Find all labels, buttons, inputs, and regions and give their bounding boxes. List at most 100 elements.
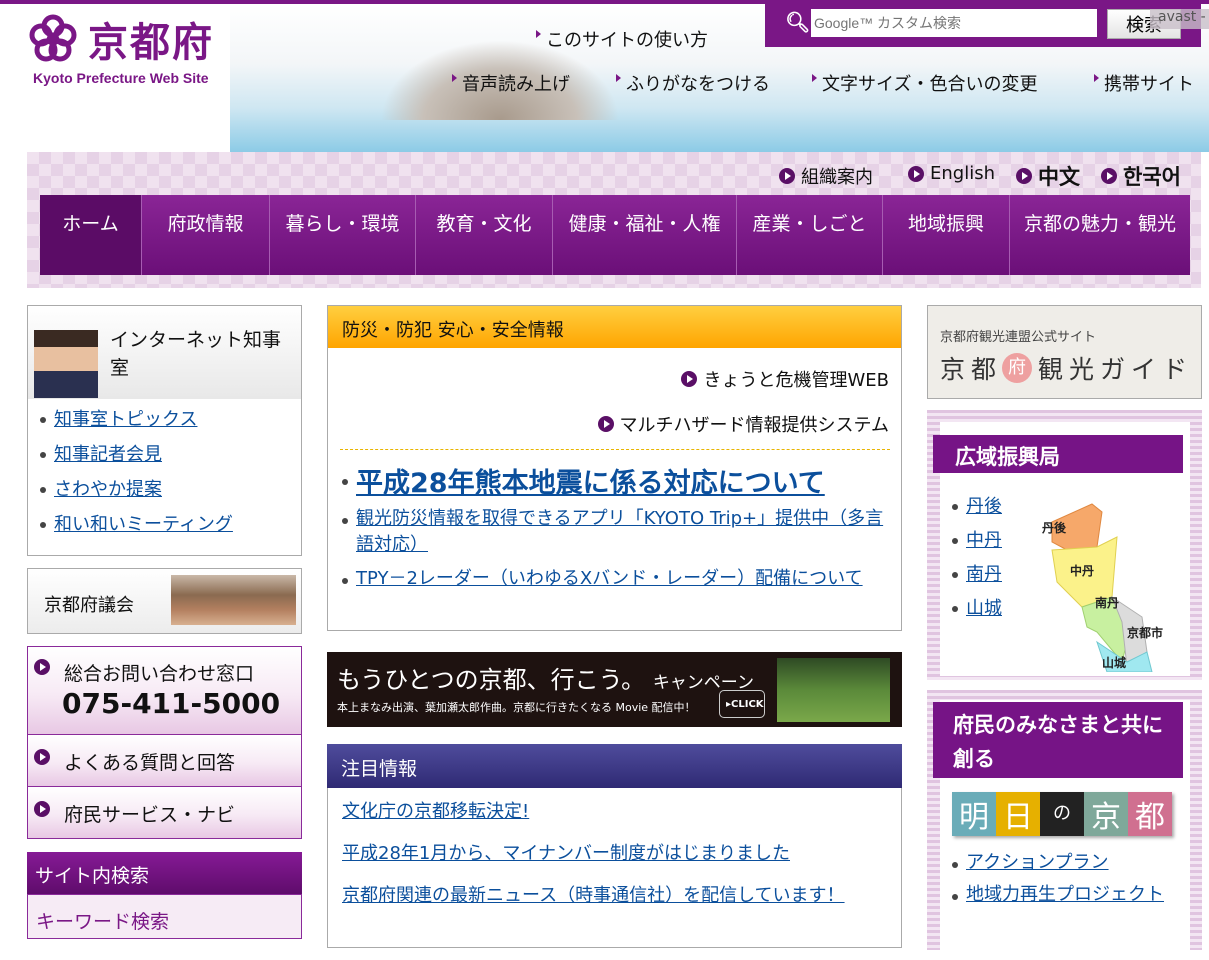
menu-home[interactable]: ホーム (40, 195, 142, 275)
service-navi-label: 府民サービス・ナビ (64, 804, 236, 826)
logo-char: 日 (996, 792, 1040, 836)
voice-reader-link[interactable]: 音声読み上げ (452, 70, 570, 96)
menu-living[interactable]: 暮らし・環境 (270, 195, 416, 275)
map-label-tango: 丹後 (1042, 520, 1067, 535)
featured-header: 注目情報 (327, 744, 902, 788)
region-tango-link[interactable]: 丹後 (966, 492, 1002, 518)
region-nantan-link[interactable]: 南丹 (966, 560, 1002, 586)
meeting-link[interactable]: 和い和いミーティング (54, 510, 233, 536)
list-item: 観光防災情報を取得できるアプリ「KYOTO Trip+」提供中（多言語対応） (342, 506, 892, 558)
assembly-banner[interactable]: 京都府議会 (27, 568, 302, 634)
ashita-no-kyoto-logo[interactable]: 明 日 の 京 都 (952, 792, 1172, 836)
banner-photo (777, 658, 890, 722)
menu-industry[interactable]: 産業・しごと (737, 195, 883, 275)
menu-region[interactable]: 地域振興 (883, 195, 1010, 275)
furigana-link[interactable]: ふりがなをつける (616, 70, 770, 96)
mynumber-link[interactable]: 平成28年1月から、マイナンバー制度がはじまりました (342, 842, 901, 866)
list-item: 中丹 (952, 526, 1002, 560)
site-guide-link[interactable]: このサイトの使い方 (536, 26, 708, 52)
arrow-icon (779, 168, 795, 184)
bullet-icon (342, 518, 348, 524)
contact-phone: 075-411-5000 (62, 687, 281, 720)
bullet-icon (40, 452, 46, 458)
list-item: 知事記者会見 (40, 440, 301, 475)
map-label-nantan: 南丹 (1095, 595, 1119, 610)
korean-label: 한국어 (1123, 165, 1181, 189)
banner-title: もうひとつの京都、行こう。 キャンペーン (337, 660, 754, 695)
list-item: TPY－2レーダー（いわゆるXバンド・レーダー）配備について (342, 566, 892, 592)
list-item: 丹後 (952, 492, 1002, 526)
press-conference-link[interactable]: 知事記者会見 (54, 440, 162, 466)
arrow-icon (34, 749, 50, 765)
tourism-subtitle: 京都府観光連盟公式サイト (940, 330, 1097, 345)
proposal-link[interactable]: さわやか提案 (54, 475, 162, 501)
featured-list: 文化庁の京都移転決定! 平成28年1月から、マイナンバー制度がはじまりました 京… (327, 788, 902, 948)
assembly-photo (171, 575, 296, 625)
faq-banner[interactable]: よくある質問と回答 (27, 734, 302, 787)
logo-char: 都 (1128, 792, 1172, 836)
kyoto-region-map[interactable]: 丹後 中丹 南丹 京都市 山城 (1037, 502, 1167, 672)
assembly-label: 京都府議会 (44, 595, 134, 616)
org-label: 組織案内 (801, 167, 873, 188)
region-yamashiro-link[interactable]: 山城 (966, 594, 1002, 620)
disaster-box: 防災・防犯 安心・安全情報 きょうと危機管理WEB マルチハザード情報提供システ… (327, 305, 902, 631)
bullet-icon (952, 538, 958, 544)
list-item: 山城 (952, 594, 1002, 628)
menu-tourism[interactable]: 京都の魅力・観光 (1010, 195, 1190, 275)
bullet-icon (952, 894, 958, 900)
together-box: 府民のみなさまと共に創る 明 日 の 京 都 アクションプラン 地域力再生プロジ… (927, 690, 1202, 960)
radar-link[interactable]: TPY－2レーダー（いわゆるXバンド・レーダー）配備について (356, 566, 863, 592)
banner-click-button[interactable]: ▸CLICK (719, 690, 765, 718)
list-item: 地域力再生プロジェクト (952, 882, 1177, 908)
list-item: 知事室トピックス (40, 405, 301, 440)
bunkacho-link[interactable]: 文化庁の京都移転決定! (342, 800, 901, 824)
campaign-banner[interactable]: もうひとつの京都、行こう。 キャンペーン 本上まなみ出演、葉加瀬太郎作曲。京都に… (327, 652, 902, 727)
list-item: さわやか提案 (40, 475, 301, 510)
menu-government[interactable]: 府政情報 (142, 195, 270, 275)
search-input[interactable] (811, 9, 1097, 37)
banner-title-text: もうひとつの京都、行こう。 (337, 666, 646, 694)
crisis-web-link[interactable]: きょうと危機管理WEB (681, 366, 889, 392)
kyoto-crest-icon[interactable] (28, 14, 78, 64)
main-menu: ホーム 府政情報 暮らし・環境 教育・文化 健康・福祉・人権 産業・しごと 地域… (40, 195, 1190, 275)
english-link[interactable]: English (908, 163, 995, 184)
org-link[interactable]: 組織案内 (779, 163, 873, 189)
english-label: English (930, 163, 995, 184)
text-size-link[interactable]: 文字サイズ・色合いの変更 (812, 70, 1037, 96)
fu-seal-icon: 府 (1002, 353, 1033, 383)
hazard-link[interactable]: マルチハザード情報提供システム (597, 411, 889, 437)
menu-education[interactable]: 教育・文化 (416, 195, 553, 275)
tourism-guide-banner[interactable]: 京都府観光連盟公式サイト 京都府観光ガイド (927, 305, 1202, 399)
governor-header[interactable]: インターネット知事室 (28, 306, 301, 399)
map-label-yamashiro: 山城 (1102, 655, 1126, 670)
contact-banner[interactable]: 総合お問い合わせ窓口 075-411-5000 (27, 646, 302, 735)
regional-project-link[interactable]: 地域力再生プロジェクト (966, 882, 1164, 908)
action-plan-link[interactable]: アクションプラン (966, 850, 1109, 876)
arrow-icon (34, 801, 50, 817)
governor-topics-link[interactable]: 知事室トピックス (54, 405, 197, 431)
chinese-link[interactable]: 中文 (1016, 161, 1080, 191)
logo-char: 明 (952, 792, 996, 836)
bullet-icon (342, 578, 348, 584)
governor-box: インターネット知事室 知事室トピックス 知事記者会見 さわやか提案 和い和いミー… (27, 305, 302, 556)
map-label-chutan: 中丹 (1070, 563, 1094, 578)
jiji-news-link[interactable]: 京都府関連の最新ニュース（時事通信社）を配信しています！ (342, 884, 882, 908)
logo-char: 京 (1084, 792, 1128, 836)
kyoto-trip-link[interactable]: 観光防災情報を取得できるアプリ「KYOTO Trip+」提供中（多言語対応） (356, 506, 892, 558)
bullet-icon (952, 606, 958, 612)
kumamoto-news-link[interactable]: 平成28年熊本地震に係る対応について (356, 461, 825, 500)
contact-title: 総合お問い合わせ窓口 (64, 663, 255, 685)
menu-health[interactable]: 健康・福祉・人権 (553, 195, 737, 275)
mobile-site-link[interactable]: 携帯サイト (1094, 70, 1194, 96)
service-navi-banner[interactable]: 府民サービス・ナビ (27, 786, 302, 839)
chinese-label: 中文 (1038, 165, 1080, 189)
site-logo[interactable]: 京都府 (88, 10, 214, 68)
avast-overlay[interactable]: avast - (1150, 9, 1209, 29)
search-icon: 🔍︎ (785, 10, 811, 34)
list-item: アクションプラン (952, 850, 1177, 876)
list-item: 平成28年熊本地震に係る対応について (342, 461, 892, 500)
region-chutan-link[interactable]: 中丹 (966, 526, 1002, 552)
governor-photo (34, 330, 98, 398)
korean-link[interactable]: 한국어 (1101, 161, 1181, 191)
list-item: 南丹 (952, 560, 1002, 594)
